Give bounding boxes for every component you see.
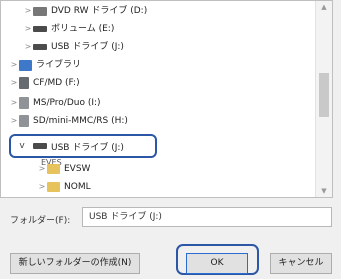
- usb-drive-icon: [33, 44, 47, 50]
- folder-name-field[interactable]: USB ドライブ (J:): [82, 207, 332, 227]
- library-icon: [19, 59, 32, 71]
- tree-item-volume[interactable]: > ボリューム (E:): [23, 21, 115, 37]
- folder-tree[interactable]: > DVD RW ドライブ (D:) > ボリューム (E:) > USB ドラ…: [0, 0, 333, 198]
- tree-item-noml[interactable]: > NOML: [37, 179, 91, 195]
- tree-item-label: ライブラリ: [36, 60, 82, 70]
- tree-item-sd-mini[interactable]: > SD/mini-MMC/RS (H:): [9, 113, 128, 129]
- vertical-scrollbar[interactable]: ▲ ▼: [315, 1, 332, 197]
- ok-button[interactable]: OK: [186, 253, 248, 274]
- tree-item-evsw[interactable]: > EVSW: [37, 161, 90, 177]
- card-drive-icon: [19, 115, 29, 127]
- scrollbar-thumb[interactable]: [319, 73, 329, 117]
- card-drive-icon: [19, 97, 29, 109]
- tree-item-label: SD/mini-MMC/RS (H:): [33, 116, 128, 126]
- tree-item-label: DVD RW ドライブ (D:): [51, 6, 148, 16]
- tree-item-label: NOML: [64, 182, 91, 192]
- tree-item-usb-collapsed[interactable]: > USB ドライブ (J:): [23, 39, 124, 55]
- tree-item-dvd[interactable]: > DVD RW ドライブ (D:): [23, 3, 148, 19]
- chevron-right-icon[interactable]: >: [9, 113, 19, 129]
- chevron-down-icon[interactable]: v: [17, 141, 27, 151]
- folder-icon: [47, 182, 60, 192]
- tree-item-library[interactable]: > ライブラリ: [9, 57, 81, 73]
- chevron-right-icon[interactable]: >: [23, 3, 33, 19]
- tree-item-usb-selected[interactable]: v USB ドライブ (J:): [9, 134, 157, 158]
- tree-item-ms-pro[interactable]: > MS/Pro/Duo (I:): [9, 95, 101, 111]
- scroll-down-icon[interactable]: ▼: [316, 187, 332, 195]
- card-drive-icon: [19, 77, 29, 89]
- chevron-right-icon[interactable]: >: [23, 21, 33, 37]
- folder-icon: [47, 164, 60, 174]
- drive-icon: [33, 26, 47, 32]
- tree-item-label: CF/MD (F:): [33, 78, 80, 88]
- chevron-right-icon[interactable]: >: [9, 57, 19, 73]
- chevron-right-icon[interactable]: >: [9, 95, 19, 111]
- scroll-up-icon[interactable]: ▲: [316, 3, 332, 11]
- tree-item-label: EVSW: [64, 164, 91, 174]
- chevron-right-icon[interactable]: >: [37, 161, 47, 177]
- folder-field-label: フォルダー(F):: [10, 216, 71, 226]
- cancel-button[interactable]: キャンセル: [270, 253, 332, 274]
- chevron-right-icon[interactable]: >: [23, 39, 33, 55]
- selected-item-label: USB ドライブ (J:): [51, 142, 124, 153]
- tree-item-label: USB ドライブ (J:): [51, 42, 124, 52]
- tree-item-label: MS/Pro/Duo (I:): [33, 98, 101, 108]
- chevron-right-icon[interactable]: >: [37, 179, 47, 195]
- usb-drive-icon: [33, 143, 47, 149]
- dvd-drive-icon: [33, 6, 47, 16]
- new-folder-button[interactable]: 新しいフォルダーの作成(N): [10, 253, 140, 274]
- tree-item-label: ボリューム (E:): [51, 24, 115, 34]
- chevron-right-icon[interactable]: >: [9, 75, 19, 91]
- tree-item-cf-md[interactable]: > CF/MD (F:): [9, 75, 80, 91]
